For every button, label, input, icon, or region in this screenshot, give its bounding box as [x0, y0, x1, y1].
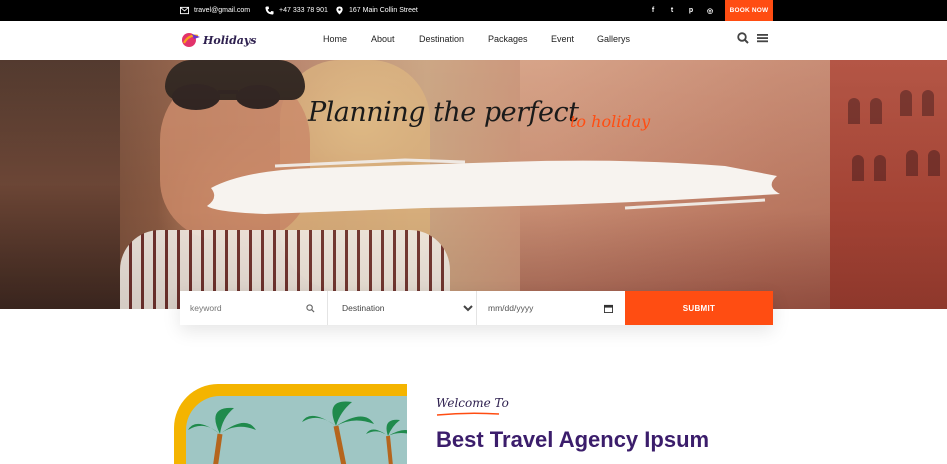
logo-icon: [182, 33, 200, 47]
contact-email[interactable]: travel@gmail.com: [180, 0, 250, 21]
brush-stroke-banner: [207, 158, 780, 214]
welcome-image-frame: [174, 384, 407, 464]
nav-event[interactable]: Event: [551, 34, 574, 44]
nav-about[interactable]: About: [371, 34, 395, 44]
welcome-image: [186, 396, 407, 464]
contact-phone[interactable]: +47 333 78 901: [265, 0, 328, 21]
nav-actions: [737, 32, 768, 44]
mail-icon: [180, 6, 189, 15]
palm-trees-illustration: [188, 401, 407, 464]
instagram-icon[interactable]: ◎: [703, 0, 717, 21]
contact-email-text: travel@gmail.com: [194, 7, 251, 14]
keyword-input[interactable]: [180, 291, 327, 325]
nav-packages[interactable]: Packages: [488, 34, 528, 44]
contact-address-text: 167 Main Collin Street: [349, 7, 418, 14]
contact-address: 167 Main Collin Street: [335, 0, 418, 21]
trip-search-form: Destination mm/dd/yyyy SUBMIT: [180, 291, 773, 325]
search-icon[interactable]: [737, 32, 749, 44]
submit-button[interactable]: SUBMIT: [625, 291, 773, 325]
hero-headline-accent: to holiday: [570, 112, 651, 131]
map-pin-icon: [336, 6, 343, 15]
date-input[interactable]: mm/dd/yyyy: [477, 303, 533, 313]
main-navbar: Holidays Home About Destination Packages…: [0, 21, 947, 60]
keyword-field: [180, 291, 328, 325]
twitter-icon[interactable]: t: [665, 0, 679, 21]
nav-destination[interactable]: Destination: [419, 34, 464, 44]
contact-phone-text: +47 333 78 901: [279, 7, 328, 14]
book-now-button[interactable]: BOOK NOW: [725, 0, 773, 21]
calendar-icon[interactable]: [604, 304, 613, 313]
facebook-icon[interactable]: f: [646, 0, 660, 21]
destination-field: Destination: [328, 291, 477, 325]
date-field: mm/dd/yyyy: [477, 291, 625, 325]
hero-headline: Planning the perfect: [308, 97, 579, 128]
welcome-title: Best Travel Agency Ipsum: [436, 427, 710, 452]
welcome-underline: [436, 412, 500, 416]
destination-select[interactable]: Destination: [328, 291, 476, 325]
nav-home[interactable]: Home: [323, 34, 347, 44]
welcome-label: Welcome To: [436, 396, 509, 410]
logo-text: Holidays: [203, 33, 257, 47]
pinterest-icon[interactable]: p: [684, 0, 698, 21]
search-icon[interactable]: [306, 304, 315, 313]
top-bar: travel@gmail.com +47 333 78 901 167 Main…: [0, 0, 947, 21]
logo[interactable]: Holidays: [181, 31, 257, 49]
phone-icon: [265, 6, 274, 15]
nav-gallerys[interactable]: Gallerys: [597, 34, 630, 44]
hamburger-menu-icon[interactable]: [757, 32, 768, 44]
